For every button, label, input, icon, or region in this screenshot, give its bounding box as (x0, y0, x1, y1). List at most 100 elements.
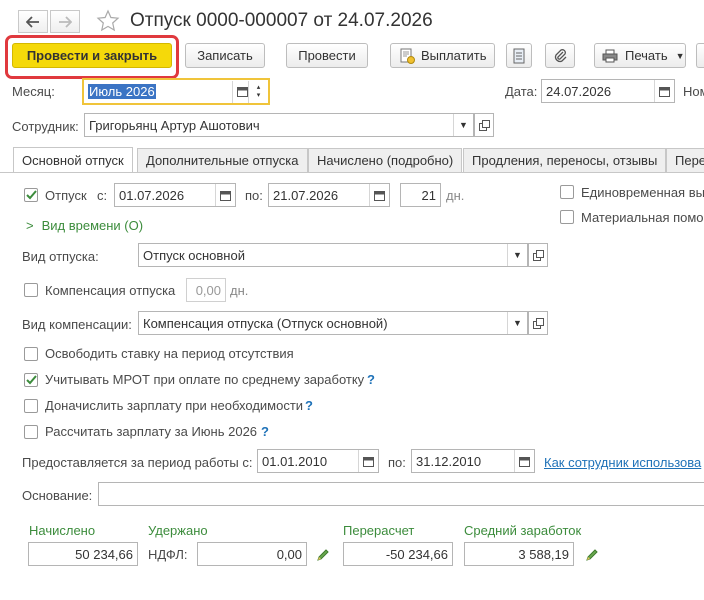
tab-extensions[interactable]: Продления, переносы, отзывы (463, 148, 667, 172)
save-button[interactable]: Записать (185, 43, 265, 68)
open-vacation-type-button[interactable] (528, 243, 548, 267)
period-from-value: 01.01.2010 (262, 453, 328, 469)
material-aid-checkbox[interactable] (560, 210, 574, 224)
compensation-unit: дн. (230, 283, 249, 298)
dropdown-caret-icon[interactable]: ▼ (507, 312, 527, 334)
report-button[interactable] (506, 43, 532, 68)
vacation-from-field[interactable]: 01.07.2026 (114, 183, 236, 207)
tab-more[interactable]: Пере (666, 148, 704, 172)
tab-main-vacation[interactable]: Основной отпуск (13, 147, 133, 172)
tab-accrued-detailed[interactable]: Начислено (подробно) (308, 148, 463, 172)
calc-salary-checkbox[interactable] (24, 425, 38, 439)
one-time-checkbox[interactable] (560, 185, 574, 199)
period-to-field[interactable]: 31.12.2010 (411, 449, 535, 473)
calendar-icon[interactable] (358, 450, 378, 472)
post-button[interactable]: Провести (286, 43, 368, 68)
vacation-to-field[interactable]: 21.07.2026 (268, 183, 390, 207)
arrow-left-icon (26, 15, 39, 28)
to-value: 21.07.2026 (273, 187, 339, 203)
avg-earnings-field: 3 588,19 (464, 542, 574, 566)
compensation-type-label: Вид компенсации: (22, 317, 132, 332)
month-value: Июль 2026 (88, 84, 156, 99)
arrow-right-icon (59, 15, 72, 28)
mrot-checkbox[interactable] (24, 373, 38, 387)
period-label: Предоставляется за период работы с: (22, 455, 253, 470)
open-icon (478, 119, 490, 131)
period-to-label: по: (388, 455, 406, 470)
accrued-value: 50 234,66 (75, 546, 133, 562)
vacation-label: Отпуск (45, 188, 87, 203)
compensation-checkbox[interactable] (24, 283, 38, 297)
report-icon (513, 48, 525, 63)
edit-avg-pencil-icon[interactable] (585, 548, 599, 562)
compensation-type-field[interactable]: Компенсация отпуска (Отпуск основной) ▼ (138, 311, 528, 335)
forward-button[interactable] (50, 10, 80, 33)
extra-pay-checkbox[interactable] (24, 399, 38, 413)
avg-earnings-value: 3 588,19 (518, 546, 569, 562)
chevron-right-icon: > (26, 218, 34, 233)
vacation-type-value: Отпуск основной (143, 247, 245, 263)
vacation-checkbox[interactable] (24, 188, 38, 202)
date-field[interactable]: 24.07.2026 (541, 79, 675, 103)
month-field[interactable]: Июль 2026 ▴ ▾ (82, 78, 270, 105)
ndfl-field: 0,00 (197, 542, 307, 566)
more-button[interactable] (696, 43, 704, 68)
calendar-icon[interactable] (369, 184, 389, 206)
calendar-icon[interactable] (215, 184, 235, 206)
release-rate-label: Освободить ставку на период отсутствия (45, 346, 294, 361)
favorite-star-icon[interactable] (96, 9, 120, 33)
dropdown-caret-icon[interactable]: ▼ (453, 114, 473, 136)
open-icon (532, 249, 544, 261)
employee-label: Сотрудник: (12, 119, 79, 134)
release-rate-checkbox[interactable] (24, 347, 38, 361)
days-unit: дн. (446, 188, 465, 203)
calendar-icon[interactable] (514, 450, 534, 472)
help-icon[interactable]: ? (261, 424, 269, 439)
days-value: 21 (421, 187, 436, 203)
post-and-close-button[interactable]: Провести и закрыть (12, 43, 172, 68)
avg-earnings-label: Средний заработок (464, 523, 582, 538)
calendar-icon[interactable] (654, 80, 674, 102)
time-type-toggle[interactable]: > Вид времени (О) (26, 218, 143, 233)
edit-ndfl-pencil-icon[interactable] (316, 548, 330, 562)
open-compensation-type-button[interactable] (528, 311, 548, 335)
employee-usage-link[interactable]: Как сотрудник использова (544, 455, 701, 470)
recalc-value: -50 234,66 (385, 546, 448, 562)
dropdown-caret-icon[interactable]: ▼ (507, 244, 527, 266)
withheld-label: Удержано (148, 523, 208, 538)
compensation-label: Компенсация отпуска (45, 283, 176, 298)
paperclip-icon (554, 48, 567, 62)
open-employee-button[interactable] (474, 113, 494, 137)
period-from-field[interactable]: 01.01.2010 (257, 449, 379, 473)
help-icon[interactable]: ? (305, 398, 313, 413)
basis-field[interactable] (98, 482, 704, 506)
spin-control-icon[interactable]: ▴ ▾ (248, 80, 268, 103)
recalc-label: Перерасчет (343, 523, 415, 538)
checkmark-icon (26, 375, 37, 385)
basis-label: Основание: (22, 488, 93, 503)
time-type-label: Вид времени (О) (41, 218, 144, 233)
document-money-icon (400, 48, 415, 64)
material-aid-label: Материальная помо (581, 210, 704, 225)
document-title: Отпуск 0000-000007 от 24.07.2026 (130, 10, 433, 31)
from-value: 01.07.2026 (119, 187, 185, 203)
period-to-value: 31.12.2010 (416, 453, 482, 469)
help-icon[interactable]: ? (367, 372, 375, 387)
date-value: 24.07.2026 (546, 83, 612, 99)
vacation-type-label: Вид отпуска: (22, 249, 99, 264)
back-button[interactable] (18, 10, 48, 33)
pay-button[interactable]: Выплатить (390, 43, 495, 68)
recalc-field: -50 234,66 (343, 542, 453, 566)
days-field[interactable]: 21 (400, 183, 441, 207)
calc-salary-label: Рассчитать зарплату за Июнь 2026 (45, 424, 258, 439)
vacation-type-field[interactable]: Отпуск основной ▼ (138, 243, 528, 267)
compensation-days-field[interactable]: 0,00 (186, 278, 226, 302)
ndfl-label: НДФЛ: (148, 547, 188, 562)
mrot-label: Учитывать МРОТ при оплате по среднему за… (45, 372, 365, 387)
print-button[interactable]: Печать ▼ (594, 43, 686, 68)
accrued-field: 50 234,66 (28, 542, 138, 566)
to-label: по: (245, 188, 263, 203)
tab-additional-vacations[interactable]: Дополнительные отпуска (137, 148, 308, 172)
employee-field[interactable]: Григорьянц Артур Ашотович ▼ (84, 113, 474, 137)
attach-button[interactable] (545, 43, 575, 68)
